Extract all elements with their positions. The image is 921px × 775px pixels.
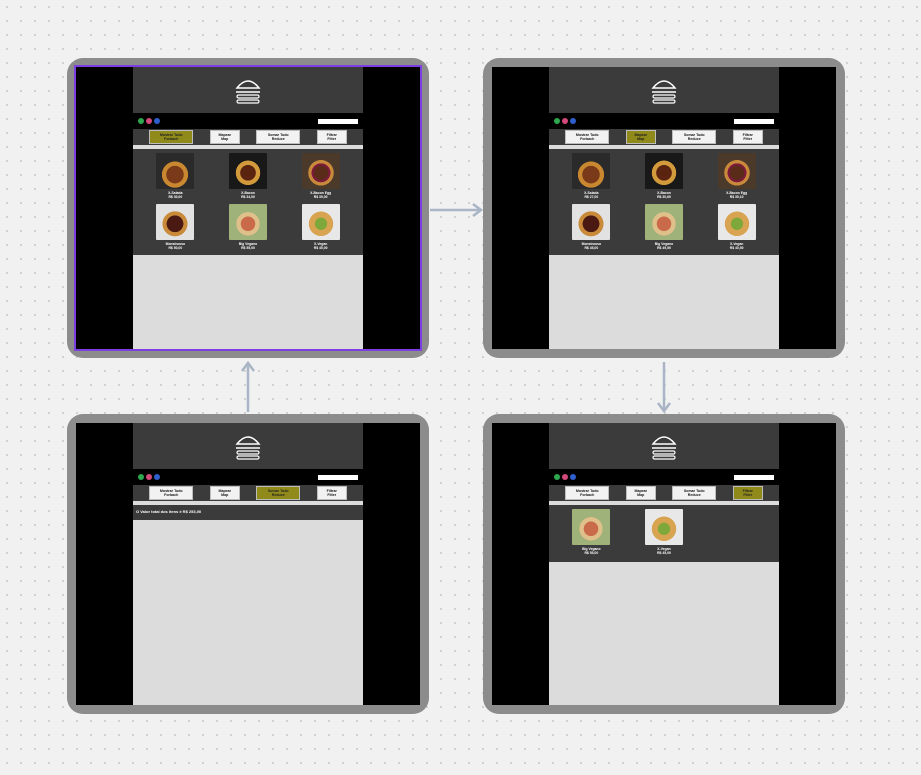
facebook-icon[interactable] [570, 474, 576, 480]
burger-image [228, 203, 267, 240]
burger-image [228, 153, 267, 189]
reduce-button[interactable]: Somar Tudo Reduce [256, 486, 301, 500]
search-input[interactable] [318, 118, 358, 124]
product-card[interactable]: X-Bacon R$ 30,60 [628, 153, 701, 200]
burger-image [644, 203, 683, 240]
whatsapp-icon[interactable] [554, 118, 560, 124]
whatsapp-icon[interactable] [554, 474, 560, 480]
arrow-reduce-to-forbach [241, 360, 255, 412]
filter-button[interactable]: Filtrar Filter [316, 486, 347, 500]
burger-image [644, 509, 683, 545]
burger-logo-icon [651, 436, 677, 460]
instagram-icon[interactable] [562, 474, 568, 480]
burger-image [572, 509, 611, 545]
forbach-button[interactable]: Mostrar Tudo Forbach [149, 486, 194, 500]
site-header [549, 67, 779, 113]
map-button[interactable]: Mapear Map [209, 130, 240, 144]
filter-button[interactable]: Filtrar Filter [316, 130, 347, 144]
product-card[interactable]: Big Vegano R$ 49,50 [628, 203, 701, 251]
instagram-icon[interactable] [146, 118, 152, 124]
product-card[interactable]: X-Salada R$ 27,00 [555, 153, 628, 200]
site-header [133, 423, 363, 469]
reduce-button[interactable]: Somar Tudo Reduce [672, 130, 717, 144]
screen-map[interactable]: Mostrar Tudo Forbach Mapear Map Somar Tudo… [483, 58, 845, 358]
forbach-button[interactable]: Mostrar Tudo Forbach [149, 130, 194, 144]
screen-reduce[interactable]: Mostrar Tudo Forbach Mapear Map Somar Tudo… [67, 414, 429, 714]
product-grid: X-Salada R$ 30,00 X-Bacon R$ 34,00 X-Bacon… [133, 149, 363, 255]
facebook-icon[interactable] [154, 118, 160, 124]
search-input[interactable] [318, 474, 358, 480]
product-card[interactable]: X-Vegan R$ 40,50 [700, 203, 773, 251]
product-card[interactable]: Big Vegano R$ 55,00 [212, 203, 285, 251]
burger-image [156, 153, 195, 189]
arrow-forbach-to-map [430, 203, 484, 217]
map-button[interactable]: Mapear Map [625, 130, 656, 144]
arrow-map-to-filter [657, 362, 671, 414]
reduce-button[interactable]: Somar Tudo Reduce [672, 486, 717, 500]
burger-image [301, 153, 340, 189]
facebook-icon[interactable] [154, 474, 160, 480]
menu-bar: Mostrar Tudo Forbach Mapear Map Somar Tudo… [549, 129, 779, 149]
menu-bar: Mostrar Tudo Forbach Mapear Map Somar Tudo… [133, 129, 363, 149]
filter-button[interactable]: Filtrar Filter [732, 486, 763, 500]
map-button[interactable]: Mapear Map [209, 486, 240, 500]
burger-image [644, 153, 683, 189]
facebook-icon[interactable] [570, 118, 576, 124]
burger-image [717, 153, 756, 189]
product-grid: X-Salada R$ 27,00 X-Bacon R$ 30,60 X-Bacon… [549, 149, 779, 255]
whatsapp-icon[interactable] [138, 474, 144, 480]
site-header [133, 67, 363, 113]
product-grid: Big Vegano R$ 55,00 X-Vegan R$ 45,00 [549, 505, 779, 562]
product-card[interactable]: X-Vegan R$ 45,00 [284, 203, 357, 251]
burger-logo-icon [651, 80, 677, 104]
search-input[interactable] [734, 474, 774, 480]
whatsapp-icon[interactable] [138, 118, 144, 124]
burger-image [572, 203, 611, 240]
site-header [549, 423, 779, 469]
search-input[interactable] [734, 118, 774, 124]
reduce-button[interactable]: Somar Tudo Reduce [256, 130, 301, 144]
product-card[interactable]: X-Bacon Egg R$ 39,00 [284, 153, 357, 200]
reduce-total-message: O Valor total dos itens é R$ 253,00 [133, 505, 363, 520]
product-card[interactable]: X-Vegan R$ 45,00 [628, 509, 701, 556]
product-card[interactable]: X-Bacon Egg R$ 35,10 [700, 153, 773, 200]
product-card[interactable]: X-Salada R$ 30,00 [139, 153, 212, 200]
product-card[interactable]: X-Bacon R$ 34,00 [212, 153, 285, 200]
filter-button[interactable]: Filtrar Filter [732, 130, 763, 144]
map-button[interactable]: Mapear Map [625, 486, 656, 500]
screen-forbach[interactable]: Mostrar Tudo Forbach Mapear Map Somar Tudo… [67, 58, 429, 358]
product-card[interactable]: Big Vegano R$ 55,00 [555, 509, 628, 556]
screen-filter[interactable]: Mostrar Tudo Forbach Mapear Map Somar Tudo… [483, 414, 845, 714]
instagram-icon[interactable] [146, 474, 152, 480]
instagram-icon[interactable] [562, 118, 568, 124]
menu-bar: Mostrar Tudo Forbach Mapear Map Somar Tudo… [549, 485, 779, 505]
burger-image [301, 203, 340, 240]
product-card[interactable]: Monstruoso R$ 50,00 [139, 203, 212, 251]
burger-logo-icon [235, 436, 261, 460]
product-card[interactable]: Monstruoso R$ 45,00 [555, 203, 628, 251]
forbach-button[interactable]: Mostrar Tudo Forbach [565, 130, 610, 144]
burger-image [717, 203, 756, 240]
forbach-button[interactable]: Mostrar Tudo Forbach [565, 486, 610, 500]
burger-image [156, 203, 195, 240]
burger-logo-icon [235, 80, 261, 104]
menu-bar: Mostrar Tudo Forbach Mapear Map Somar Tudo… [133, 485, 363, 505]
burger-image [572, 153, 611, 189]
